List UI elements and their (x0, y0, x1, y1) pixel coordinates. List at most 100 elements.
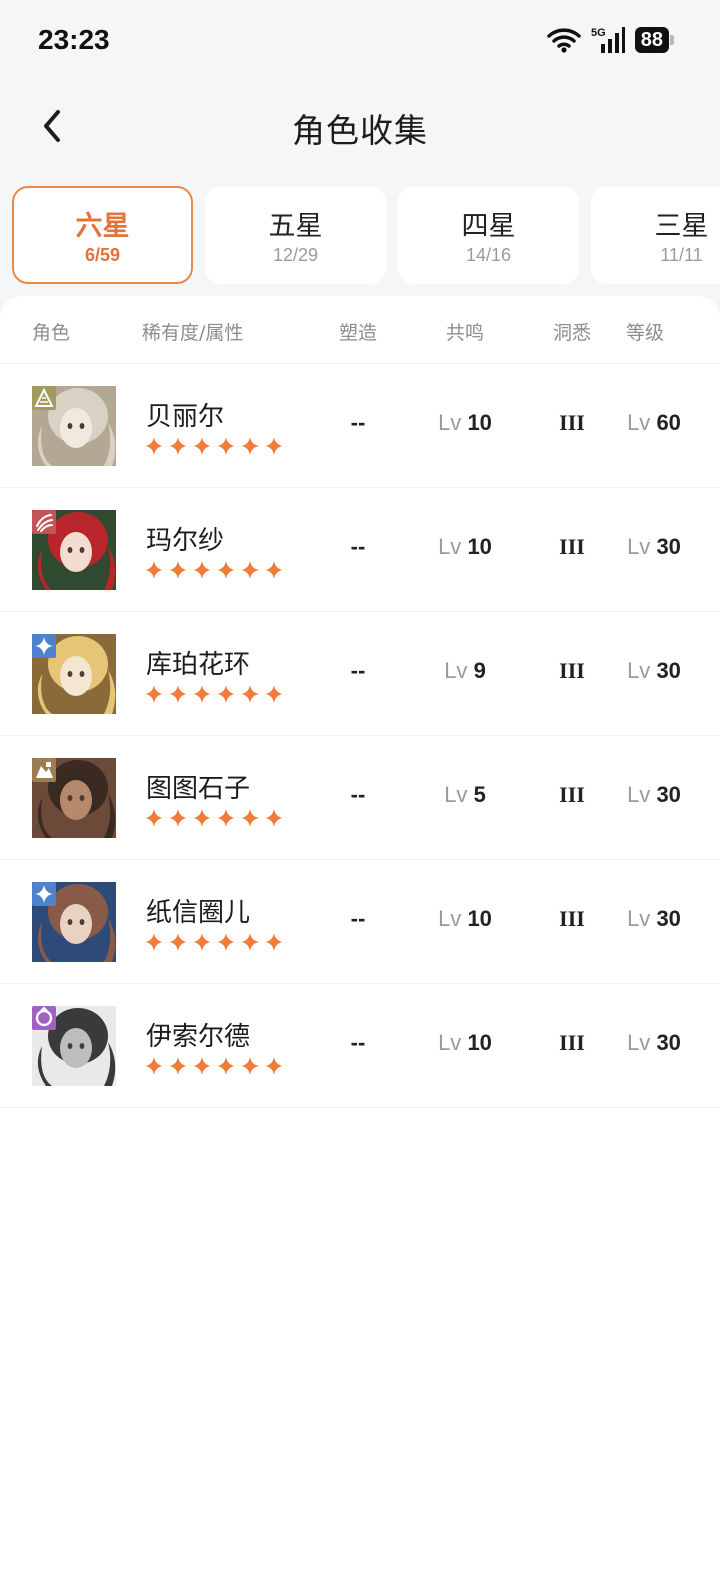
column-forge: 塑造 (339, 322, 378, 344)
insight-value: III (559, 906, 585, 931)
level-value: Lv 30 (606, 782, 702, 808)
spirit-icon (32, 1006, 56, 1030)
tab-label: 三星 (654, 211, 709, 242)
status-bar: 23:23 5G 88 (0, 0, 720, 84)
rarity-stars (143, 683, 285, 705)
character-level: 60 (656, 410, 681, 435)
star-icon (217, 809, 235, 827)
network-type-label: 5G (591, 27, 606, 39)
tab-four-star[interactable]: 四星 14/16 (398, 186, 579, 284)
star-icon (32, 634, 56, 658)
tab-five-star[interactable]: 五星 12/29 (205, 186, 386, 284)
table-row[interactable]: 伊索尔德 -- Lv 10 III Lv 30 (0, 984, 720, 1108)
lv-prefix: Lv (627, 1030, 651, 1055)
battery-level: 88 (634, 27, 669, 53)
star-icon (169, 437, 187, 455)
tab-count: 12/29 (272, 245, 319, 265)
star-icon (265, 809, 283, 827)
star-icon (145, 809, 163, 827)
forge-value: -- (350, 1030, 366, 1055)
level-value: Lv 30 (606, 906, 702, 932)
tab-count: 14/16 (465, 245, 512, 265)
plant-icon (32, 386, 56, 410)
lv-prefix: Lv (444, 658, 468, 683)
table-row[interactable]: 纸信圈儿 -- Lv 10 III Lv 30 (0, 860, 720, 984)
character-level: 30 (656, 658, 681, 683)
status-time: 23:23 (38, 24, 110, 55)
tab-six-star[interactable]: 六星 6/59 (12, 186, 193, 284)
insight-value: III (559, 658, 585, 683)
character-portrait (32, 510, 116, 590)
star-icon (265, 561, 283, 579)
star-icon (193, 1057, 211, 1075)
resonance-value: Lv 5 (415, 782, 515, 808)
lv-prefix: Lv (627, 534, 651, 559)
resonance-value: Lv 9 (415, 658, 515, 684)
lv-prefix: Lv (627, 906, 651, 931)
star-icon (193, 561, 211, 579)
star-icon (169, 933, 187, 951)
resonance-level: 10 (467, 1030, 492, 1055)
level-value: Lv 60 (606, 410, 702, 436)
beast-icon (32, 510, 56, 534)
lv-prefix: Lv (627, 658, 651, 683)
column-level: 等级 (626, 322, 665, 344)
character-portrait (32, 386, 116, 466)
lv-prefix: Lv (438, 534, 462, 559)
resonance-value: Lv 10 (415, 906, 515, 932)
rarity-stars (143, 931, 285, 953)
star-icon (193, 685, 211, 703)
table-row[interactable]: 库珀花环 -- Lv 9 III Lv 30 (0, 612, 720, 736)
column-rarity-attribute: 稀有度/属性 (142, 322, 244, 344)
forge-value: -- (350, 906, 366, 931)
mineral-icon (32, 758, 56, 782)
character-portrait (32, 882, 116, 962)
table-header: 角色 稀有度/属性 塑造 共鸣 洞悉 等级 (0, 296, 720, 364)
character-portrait (32, 634, 116, 714)
star-icon (145, 561, 163, 579)
resonance-level: 10 (467, 410, 492, 435)
star-icon (241, 685, 259, 703)
star-icon (217, 561, 235, 579)
star-icon (145, 933, 163, 951)
star-icon (169, 561, 187, 579)
star-icon (265, 1057, 283, 1075)
star-icon (32, 882, 56, 906)
star-icon (241, 809, 259, 827)
table-row[interactable]: 图图石子 -- Lv 5 III Lv 30 (0, 736, 720, 860)
star-icon (169, 809, 187, 827)
lv-prefix: Lv (627, 782, 651, 807)
insight-value: III (559, 1030, 585, 1055)
resonance-level: 10 (467, 534, 492, 559)
status-icons: 5G 88 (547, 26, 674, 54)
star-icon (193, 437, 211, 455)
lv-prefix: Lv (438, 1030, 462, 1055)
battery-icon: 88 (634, 27, 674, 53)
character-level: 30 (656, 906, 681, 931)
level-value: Lv 30 (606, 1030, 702, 1056)
star-icon (217, 933, 235, 951)
tab-three-star[interactable]: 三星 11/11 (591, 186, 720, 284)
forge-value: -- (350, 410, 366, 435)
rarity-stars (143, 559, 285, 581)
star-icon (193, 933, 211, 951)
wifi-icon (547, 28, 581, 53)
character-portrait (32, 1006, 116, 1086)
table-row[interactable]: 贝丽尔 -- Lv 10 III Lv 60 (0, 364, 720, 488)
insight-value: III (559, 782, 585, 807)
forge-value: -- (350, 534, 366, 559)
star-icon (241, 561, 259, 579)
rarity-tabs: 六星 6/59 五星 12/29 四星 14/16 三星 11/11 (12, 186, 720, 284)
column-character: 角色 (32, 322, 71, 344)
page-title: 角色收集 (292, 111, 428, 150)
star-icon (265, 933, 283, 951)
table-row[interactable]: 玛尔纱 -- Lv 10 III Lv 30 (0, 488, 720, 612)
resonance-level: 5 (473, 782, 486, 807)
tab-label: 六星 (75, 211, 130, 242)
resonance-level: 10 (467, 906, 492, 931)
rarity-stars (143, 807, 285, 829)
lv-prefix: Lv (444, 782, 468, 807)
resonance-value: Lv 10 (415, 1030, 515, 1056)
resonance-value: Lv 10 (415, 534, 515, 560)
lv-prefix: Lv (438, 906, 462, 931)
